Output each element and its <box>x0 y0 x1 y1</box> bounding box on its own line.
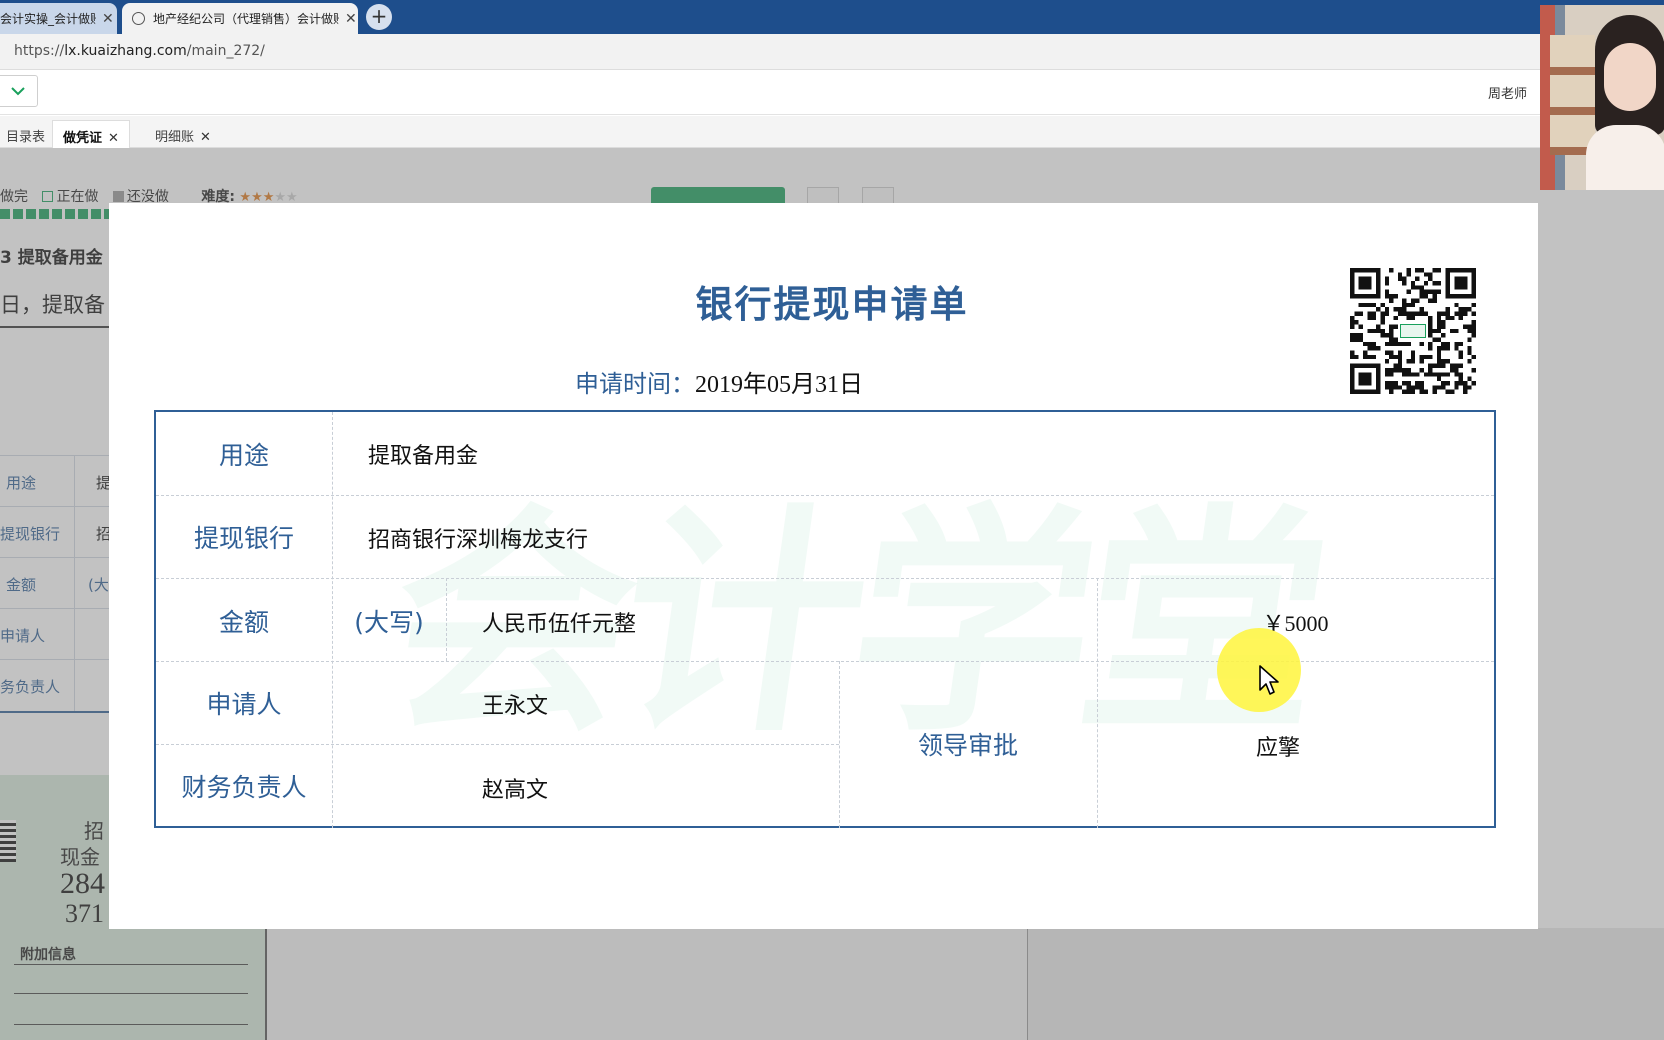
divider <box>156 744 839 745</box>
application-date: 申请时间：2019年05月31日 <box>575 364 863 399</box>
close-icon[interactable]: ✕ <box>345 11 357 27</box>
qr-code-icon <box>1350 268 1476 394</box>
new-tab-button[interactable]: + <box>366 4 392 30</box>
browser-tab-2[interactable]: 地产经纪公司（代理销售）会计做账 ✕ <box>122 3 358 34</box>
account-select[interactable] <box>0 75 38 107</box>
user-name[interactable]: 周老师 <box>1488 83 1527 102</box>
approval-label: 领导审批 <box>917 731 1018 760</box>
divider <box>446 578 447 661</box>
divider <box>156 495 1494 496</box>
withdrawal-form-table: 用途 提取备用金 提现银行 招商银行深圳梅龙支行 金额 (大写) 人民币伍仟元整… <box>154 410 1496 828</box>
address-bar[interactable]: https://lx.kuaizhang.com/main_272/ <box>0 34 1540 70</box>
finance-manager-label: 财务负责人 <box>181 773 307 802</box>
url-scheme: https:// <box>14 43 65 59</box>
presenter-body <box>1586 125 1664 190</box>
amount-value: ￥5000 <box>1262 611 1329 636</box>
approval-value: 应擎 <box>1255 735 1300 760</box>
tab-catalog[interactable]: 目录表 <box>0 120 55 148</box>
divider <box>156 578 1494 579</box>
amount-label: 金额 <box>218 608 269 637</box>
purpose-value: 提取备用金 <box>368 443 479 468</box>
tab-label: 目录表 <box>6 130 46 145</box>
webcam-video <box>1540 5 1664 190</box>
url-text[interactable]: https://lx.kuaizhang.com/main_272/ <box>14 43 265 59</box>
globe-icon <box>132 12 145 25</box>
tab-label: 明细账 <box>155 130 195 145</box>
page-tabs: 目录表 做凭证 ✕ 明细账 ✕ <box>0 116 1540 148</box>
browser-tab-title: 地产经纪公司（代理销售）会计做账 <box>153 12 339 26</box>
tab-label: 做凭证 <box>63 131 103 146</box>
url-path: /main_272/ <box>186 43 265 59</box>
browser-tab-title: 会计实操_会计做账 <box>0 12 96 26</box>
date-value: 2019年05月31日 <box>695 372 863 398</box>
finance-manager-value: 赵高文 <box>482 777 549 802</box>
presenter-face <box>1604 43 1656 111</box>
tab-ledger[interactable]: 明细账 ✕ <box>145 120 221 148</box>
close-icon[interactable]: ✕ <box>200 130 211 145</box>
url-host: lx.kuaizhang.com <box>64 43 187 59</box>
mouse-pointer-icon <box>1259 665 1279 695</box>
browser-tab-1[interactable]: 会计实操_会计做账 ✕ <box>0 3 117 34</box>
close-icon[interactable]: ✕ <box>108 131 119 146</box>
amount-upper-label: (大写) <box>354 608 424 637</box>
applicant-label: 申请人 <box>206 690 282 719</box>
bank-value: 招商银行深圳梅龙支行 <box>368 527 589 552</box>
bank-label: 提现银行 <box>193 524 294 553</box>
bookshelf <box>1550 35 1595 155</box>
tab-voucher[interactable]: 做凭证 ✕ <box>52 120 130 148</box>
app-header: 周老师 <box>0 71 1540 115</box>
chevron-down-icon <box>11 87 25 96</box>
applicant-value: 王永文 <box>482 693 549 718</box>
date-label: 申请时间： <box>575 370 695 398</box>
amount-upper-value: 人民币伍仟元整 <box>482 611 637 636</box>
browser-tab-bar: 会计实操_会计做账 ✕ 地产经纪公司（代理销售）会计做账 ✕ + <box>0 0 1664 34</box>
close-icon[interactable]: ✕ <box>102 11 114 27</box>
purpose-label: 用途 <box>218 441 269 470</box>
